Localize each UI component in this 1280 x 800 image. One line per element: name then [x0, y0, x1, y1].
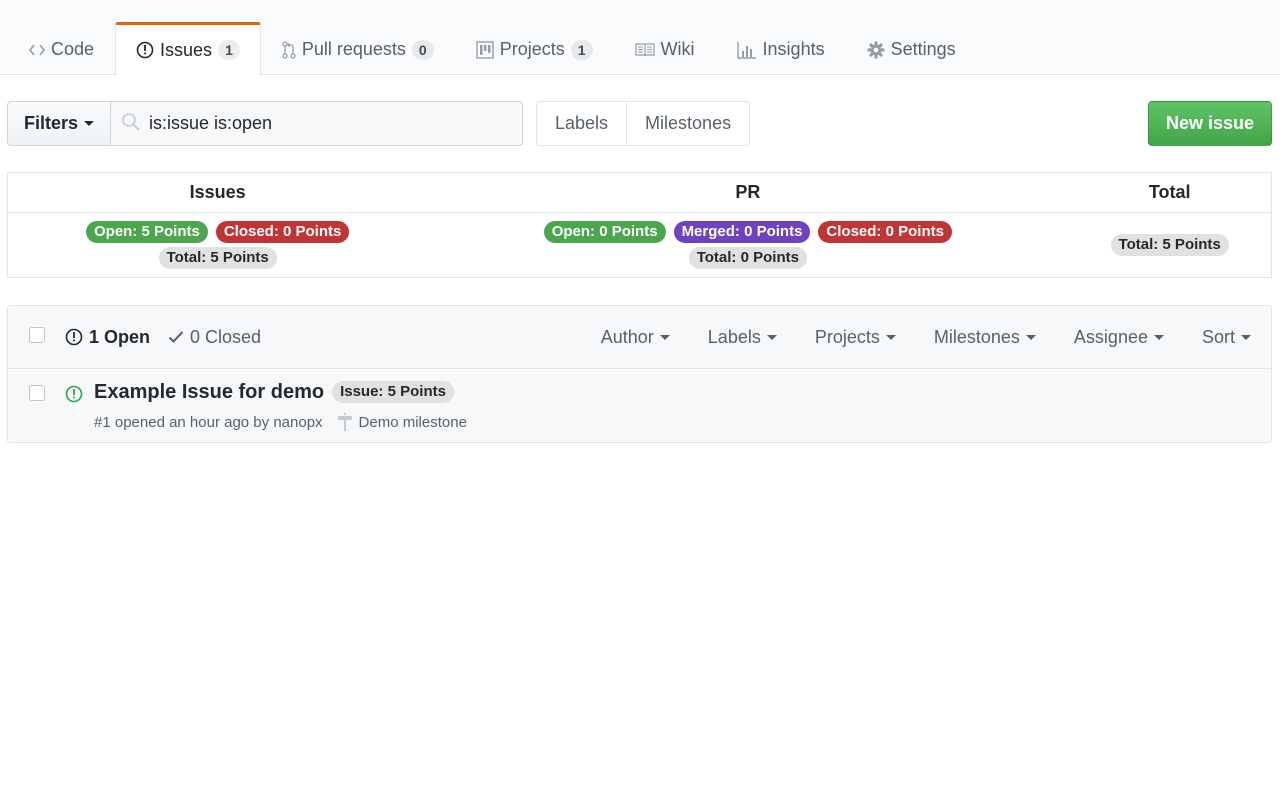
issues-open-points: Open: 5 Points: [85, 221, 208, 243]
list-filters: Author Labels Projects Milestones Assign…: [563, 327, 1251, 348]
tab-label: Wiki: [660, 39, 695, 59]
issues-points-cell: Open: 5 Points Closed: 0 Points Total: 5…: [8, 213, 427, 277]
tab-label: Settings: [890, 39, 956, 59]
milestones-filter-dropdown[interactable]: Milestones: [934, 327, 1036, 348]
search-input[interactable]: [149, 113, 519, 134]
labels-filter-dropdown[interactable]: Labels: [708, 327, 777, 348]
tab-settings[interactable]: Settings: [846, 22, 977, 75]
closed-count-label: 0 Closed: [190, 326, 262, 347]
new-issue-button[interactable]: New issue: [1148, 101, 1272, 146]
select-all-checkbox[interactable]: [29, 327, 45, 343]
repo-nav-bar: Code Issues 1 Pull requests 0 Projects 1: [0, 0, 1280, 76]
tab-pull-requests[interactable]: Pull requests 0: [261, 22, 455, 75]
pr-open-points: Open: 0 Points: [543, 221, 666, 243]
filter-label: Milestones: [933, 326, 1020, 347]
points-table-body: Open: 5 Points Closed: 0 Points Total: 5…: [8, 213, 1271, 277]
tab-code[interactable]: Code: [8, 22, 115, 75]
assignee-filter-dropdown[interactable]: Assignee: [1074, 327, 1164, 348]
tab-label: Code: [51, 39, 95, 59]
filter-label: Author: [600, 326, 654, 347]
search-icon: [121, 112, 141, 135]
tab-label: Pull requests: [301, 39, 406, 59]
projects-count-badge: 1: [570, 39, 593, 60]
labels-link[interactable]: Labels: [537, 102, 626, 145]
caret-down-icon: [766, 334, 777, 340]
check-icon: [168, 330, 184, 344]
issue-opened-by: #1 opened an hour ago by nanopx: [94, 413, 323, 431]
pull-requests-count-badge: 0: [411, 39, 434, 60]
caret-down-icon: [659, 334, 670, 340]
filter-label: Labels: [707, 326, 761, 347]
issue-opened-icon: [136, 41, 154, 59]
state-toggle: 1 Open 0 Closed: [65, 327, 261, 348]
filter-label: Projects: [814, 326, 880, 347]
issues-count-badge: 1: [218, 40, 240, 60]
open-issues-link[interactable]: 1 Open: [65, 327, 150, 348]
gear-icon: [867, 41, 885, 59]
total-column-header: Total: [1148, 182, 1191, 202]
pr-total-points: Total: 0 Points: [688, 247, 807, 269]
issue-opened-icon: [65, 385, 83, 406]
pr-merged-points: Merged: 0 Points: [673, 221, 811, 243]
issues-total-points: Total: 5 Points: [158, 247, 277, 269]
tab-insights[interactable]: Insights: [716, 22, 846, 75]
issue-title-link[interactable]: Example Issue for demo: [94, 381, 324, 404]
issue-milestone-link[interactable]: Demo milestone: [337, 413, 467, 431]
grand-total-points: Total: 5 Points: [1110, 234, 1229, 256]
caret-down-icon: [1241, 334, 1251, 340]
points-table-header: Issues PR Total: [8, 173, 1271, 213]
filter-label: Sort: [1201, 326, 1235, 347]
milestones-link[interactable]: Milestones: [626, 102, 749, 145]
filter-label: Assignee: [1073, 326, 1148, 347]
code-icon: [29, 43, 45, 57]
filters-label: Filters: [23, 113, 79, 133]
issue-meta: #1 opened an hour ago by nanopx Demo mil…: [94, 413, 467, 431]
git-pull-request-icon: [282, 40, 296, 59]
tab-issues[interactable]: Issues 1: [115, 22, 261, 76]
filters-dropdown-button[interactable]: Filters: [7, 101, 111, 146]
tab-projects[interactable]: Projects 1: [455, 22, 614, 75]
pr-points-cell: Open: 0 Points Merged: 0 Points Closed: …: [427, 213, 1068, 277]
caret-down-icon: [84, 121, 95, 126]
open-count-label: 1 Open: [89, 326, 151, 347]
issue-select-checkbox[interactable]: [29, 385, 45, 401]
total-points-cell: Total: 5 Points: [1068, 213, 1271, 277]
tab-label: Insights: [762, 39, 825, 59]
issues-list-header: 1 Open 0 Closed Author Labels Projects M…: [8, 306, 1271, 369]
graph-icon: [736, 41, 757, 59]
issues-list: 1 Open 0 Closed Author Labels Projects M…: [7, 305, 1272, 443]
issue-points-label[interactable]: Issue: 5 Points: [332, 381, 454, 403]
closed-issues-link[interactable]: 0 Closed: [168, 327, 261, 348]
milestone-icon: [337, 413, 353, 431]
tab-wiki[interactable]: Wiki: [614, 22, 716, 75]
sort-dropdown[interactable]: Sort: [1202, 327, 1251, 348]
caret-down-icon: [885, 334, 896, 340]
projects-filter-dropdown[interactable]: Projects: [815, 327, 896, 348]
labels-milestones-group: Labels Milestones: [536, 101, 751, 146]
issue-opened-icon: [65, 328, 83, 346]
tab-label: Issues: [160, 39, 213, 60]
issues-search-bar: Filters: [7, 101, 523, 146]
issue-list-item: Example Issue for demo Issue: 5 Points #…: [8, 369, 1271, 442]
author-filter-dropdown[interactable]: Author: [601, 327, 670, 348]
book-icon: [634, 42, 655, 58]
pr-column-header: PR: [735, 182, 761, 202]
search-field: [111, 101, 523, 146]
caret-down-icon: [1153, 334, 1164, 340]
issues-closed-points: Closed: 0 Points: [215, 221, 350, 243]
issues-column-header: Issues: [189, 182, 246, 202]
issue-title-row: Example Issue for demo Issue: 5 Points: [94, 379, 454, 405]
tab-label: Projects: [499, 39, 565, 59]
milestone-label: Demo milestone: [358, 413, 467, 431]
repo-tabs: Code Issues 1 Pull requests 0 Projects 1: [8, 22, 977, 76]
caret-down-icon: [1025, 334, 1036, 340]
project-icon: [476, 40, 494, 59]
points-summary-table: Issues PR Total Open: 5 Points Closed: 0…: [7, 172, 1272, 278]
pr-closed-points: Closed: 0 Points: [818, 221, 952, 243]
